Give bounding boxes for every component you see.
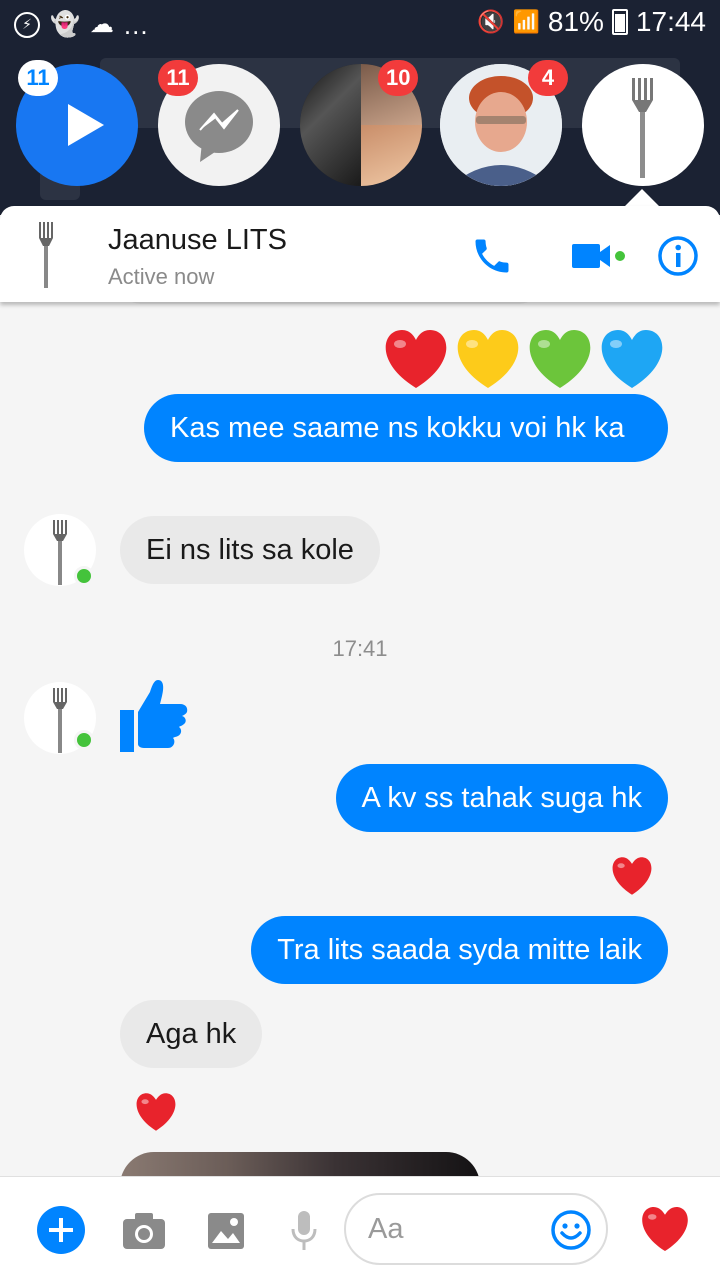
chat-head-active[interactable] [582,64,704,186]
online-indicator [74,730,94,750]
more-actions-button[interactable] [36,1205,86,1255]
photo-attachment[interactable] [120,1152,480,1176]
previous-message-fragment [120,302,540,304]
chat-head-badge: 4 [528,60,568,96]
heart-emojis [385,330,663,388]
incoming-message[interactable]: Ei ns lits sa kole [120,516,380,584]
mute-icon: 🔇 [477,9,505,34]
chat-head-badge: 11 [18,60,58,96]
contact-avatar[interactable] [22,220,72,290]
message-input-container[interactable] [344,1193,608,1265]
outgoing-message[interactable]: Tra lits saada syda mitte laik [251,916,668,984]
video-call-button[interactable] [568,234,628,278]
video-camera-icon [572,244,625,268]
yellow-heart-icon [457,330,519,388]
battery-percent: 81% [547,6,604,37]
info-icon [658,236,698,276]
outgoing-message[interactable]: Kas mee saame ns kokku voi hk ka [144,394,668,462]
blue-heart-icon [601,330,663,388]
chat-header: Jaanuse LITS Active now [0,206,720,302]
fork-avatar [632,78,653,178]
heart-reaction-icon [612,857,652,895]
heart-emoji-icon [136,1093,176,1131]
group-photo-1 [300,64,361,186]
message-list[interactable]: Kas mee saame ns kokku voi hk ka Ei ns l… [0,302,720,1176]
microphone-icon [291,1211,317,1250]
contact-name: Jaanuse LITS [108,224,287,256]
system-overlay: ⚡ 👻 ☁ ... 🔇 📶 81% 17:44 11 11 10 4 [0,0,720,215]
wifi-icon: 📶 [512,9,540,34]
voice-message-button[interactable] [280,1207,328,1255]
clock: 17:44 [635,6,706,37]
message-input[interactable] [368,1209,548,1249]
online-indicator [74,566,94,586]
send-heart-button[interactable] [638,1203,692,1255]
chat-head-badge: 10 [378,60,419,96]
message-composer [0,1176,720,1280]
outgoing-message[interactable]: A kv ss tahak suga hk [335,764,668,832]
status-bar: ⚡ 👻 ☁ ... 🔇 📶 81% 17:44 [0,0,720,48]
battery-icon [611,9,628,35]
message-timestamp: 17:41 [332,636,388,661]
snapchat-icon: 👻 [50,11,80,38]
green-heart-icon [529,330,591,388]
conversation-info-button[interactable] [656,234,700,278]
camera-icon [123,1213,165,1249]
plus-icon [37,1206,85,1254]
gallery-button[interactable] [202,1207,250,1255]
messenger-notification-icon: ⚡ [14,11,40,38]
heart-icon [642,1206,688,1252]
chat-head-badge: 11 [158,60,198,96]
emoji-icon[interactable] [550,1209,592,1251]
red-heart-icon [385,330,447,388]
contact-status: Active now [108,264,215,289]
image-icon [208,1213,244,1249]
camera-button[interactable] [120,1207,168,1255]
more-notifications: ... [123,9,149,40]
incoming-message[interactable]: Aga hk [120,1000,263,1068]
voice-call-button[interactable] [470,234,514,278]
sync-icon: ☁ [89,11,114,38]
group-photo-3 [361,125,422,186]
thumbs-up-icon[interactable] [118,678,190,754]
phone-icon [475,239,509,273]
